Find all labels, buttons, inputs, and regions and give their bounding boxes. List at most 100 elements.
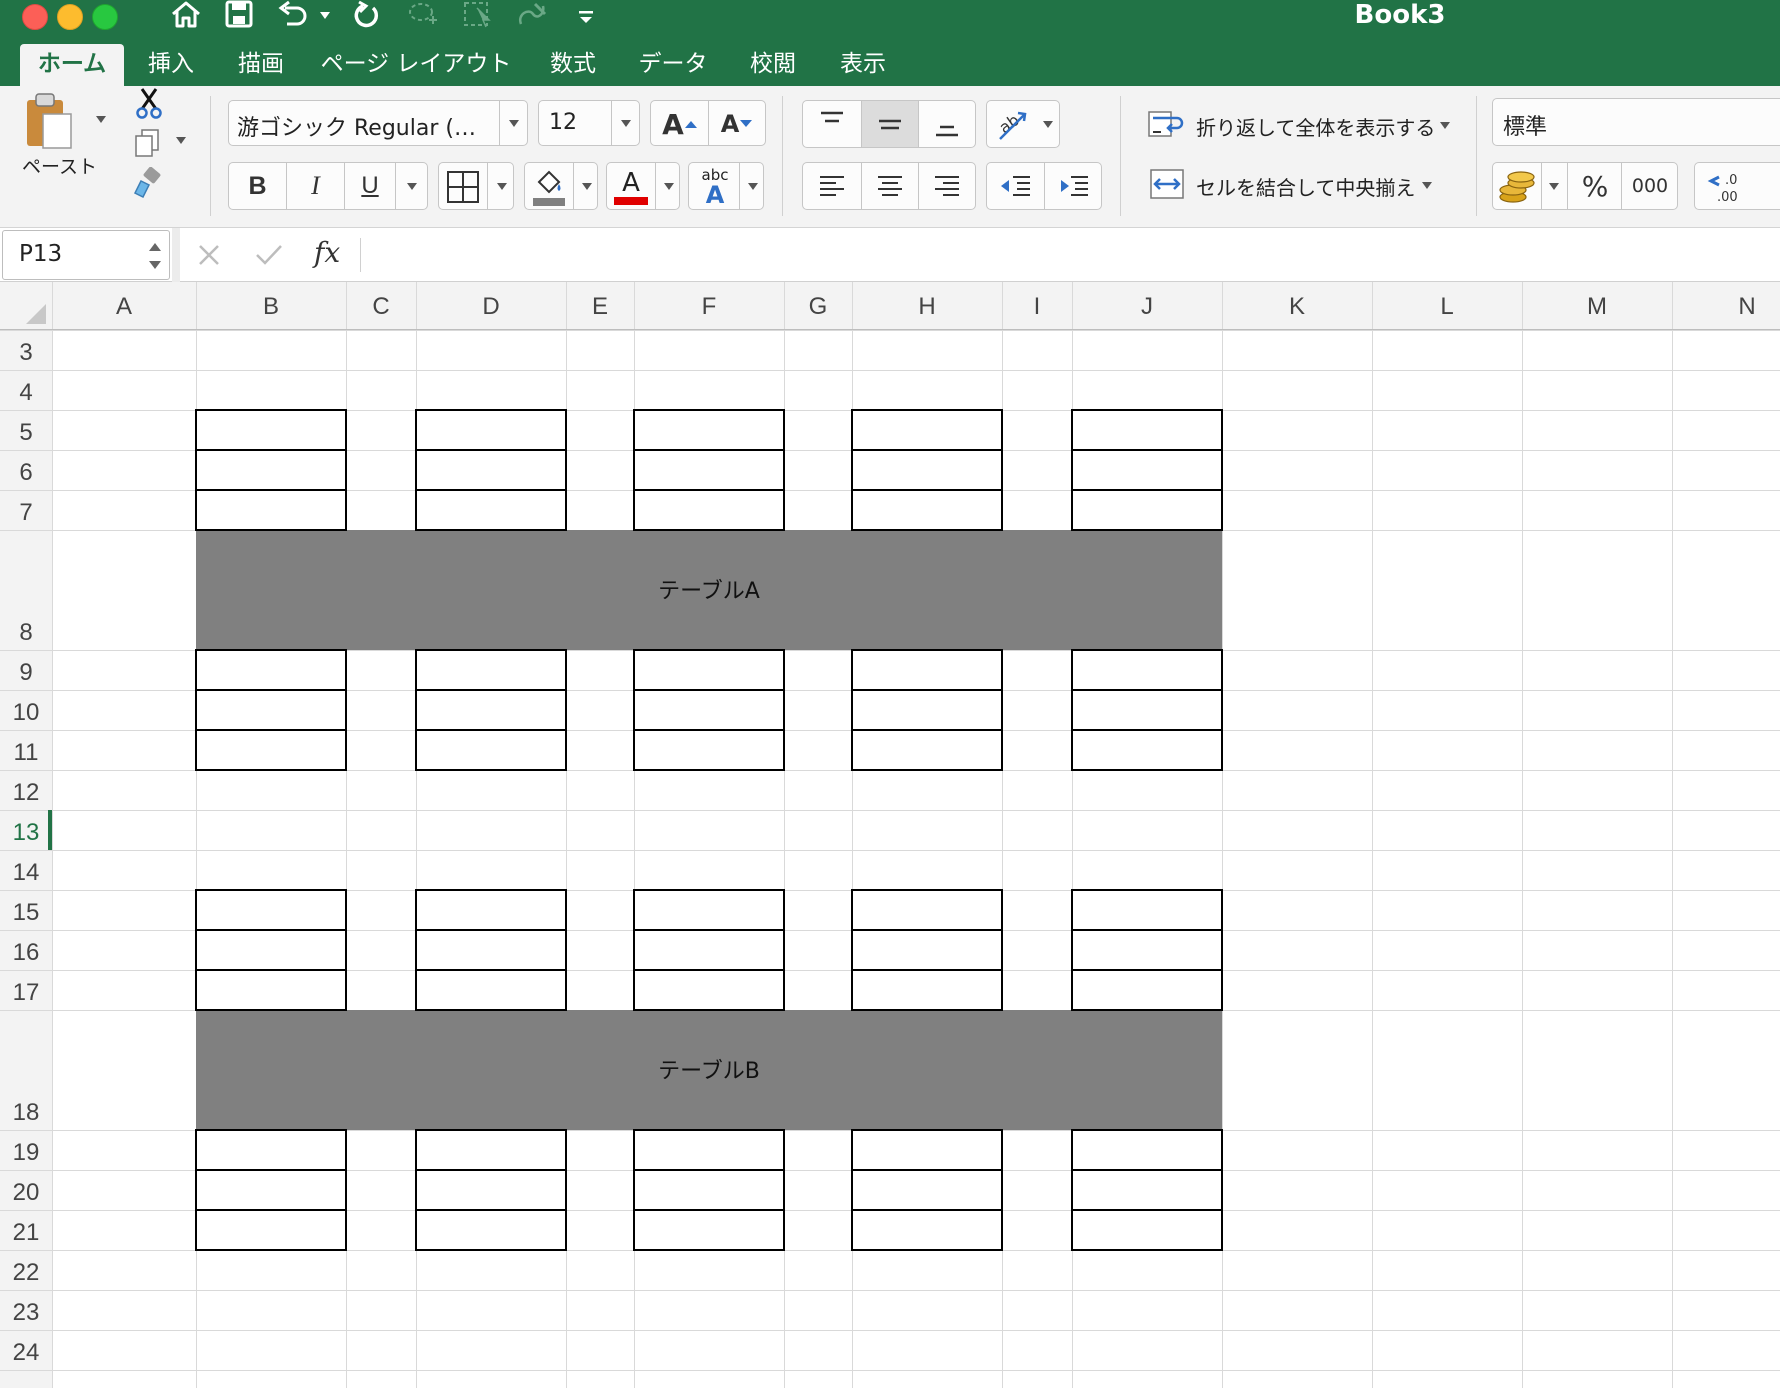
tab-formulas[interactable]: 数式 <box>536 44 610 86</box>
row-header-10[interactable]: 10 <box>13 699 40 726</box>
bordered-cell-b5[interactable] <box>195 409 347 451</box>
bordered-cell-f9[interactable] <box>633 649 785 691</box>
format-painter-icon[interactable] <box>130 166 164 200</box>
bordered-cell-h15[interactable] <box>851 889 1003 931</box>
align-middle-button[interactable] <box>862 101 918 147</box>
bordered-cell-f11[interactable] <box>633 729 785 771</box>
bordered-cell-j9[interactable] <box>1071 649 1223 691</box>
bordered-cell-b11[interactable] <box>195 729 347 771</box>
tab-draw[interactable]: 描画 <box>226 44 296 86</box>
row-header-17[interactable]: 17 <box>13 979 40 1006</box>
bordered-cell-j6[interactable] <box>1071 449 1223 491</box>
font-name-dropdown[interactable]: 游ゴシック Regular (… <box>228 100 528 146</box>
worksheet-grid[interactable]: A B C D E F G H I J K L M N 3 4 5 6 7 8 9 10 11 12 13 14 15 16 17 18 1… <box>0 282 1780 1388</box>
confirm-entry-icon[interactable] <box>254 242 284 268</box>
cut-icon[interactable] <box>132 86 166 120</box>
column-header-l[interactable]: L <box>1440 293 1453 320</box>
name-box-splitter[interactable] <box>172 228 180 282</box>
bordered-cell-h9[interactable] <box>851 649 1003 691</box>
insert-function-button[interactable]: fx <box>314 236 340 269</box>
bordered-cell-j16[interactable] <box>1071 929 1223 971</box>
name-box[interactable]: P13 <box>2 230 170 280</box>
bordered-cell-j11[interactable] <box>1071 729 1223 771</box>
underline-dropdown-icon[interactable] <box>407 183 417 190</box>
row-header-14[interactable]: 14 <box>13 859 40 886</box>
column-header-i[interactable]: I <box>1034 293 1041 320</box>
column-header-k[interactable]: K <box>1289 293 1305 320</box>
orientation-dropdown-icon[interactable] <box>1043 121 1053 128</box>
copy-icon[interactable] <box>130 126 164 160</box>
paste-dropdown-icon[interactable] <box>96 116 106 123</box>
row-header-21[interactable]: 21 <box>13 1219 40 1246</box>
redo-icon[interactable] <box>348 0 384 30</box>
increase-font-size-button[interactable]: A <box>653 105 707 143</box>
borders-button[interactable] <box>438 162 514 210</box>
percent-style-button[interactable]: % <box>1569 163 1621 209</box>
bordered-cell-f5[interactable] <box>633 409 785 451</box>
row-header-6[interactable]: 6 <box>19 459 32 486</box>
merge-center-dropdown-icon[interactable] <box>1422 182 1432 189</box>
zoom-window-button[interactable] <box>92 4 118 30</box>
row-header-24[interactable]: 24 <box>13 1339 40 1366</box>
align-left-button[interactable] <box>803 163 861 209</box>
bordered-cell-f19[interactable] <box>633 1129 785 1171</box>
bordered-cell-d5[interactable] <box>415 409 567 451</box>
number-format-dropdown[interactable]: 標準 <box>1492 98 1780 146</box>
bordered-cell-b7[interactable] <box>195 489 347 531</box>
row-header-13[interactable]: 13 <box>13 819 40 846</box>
home-icon[interactable] <box>168 0 204 30</box>
bordered-cell-j19[interactable] <box>1071 1129 1223 1171</box>
orientation-button[interactable]: ab <box>986 100 1060 148</box>
decrease-indent-button[interactable] <box>987 163 1044 209</box>
bordered-cell-f7[interactable] <box>633 489 785 531</box>
increase-decimal-button[interactable]: .0.00 <box>1697 165 1753 209</box>
decrease-font-size-button[interactable]: A <box>710 105 764 143</box>
row-header-16[interactable]: 16 <box>13 939 40 966</box>
font-color-dropdown-icon[interactable] <box>664 183 674 190</box>
column-header-e[interactable]: E <box>592 293 608 320</box>
bordered-cell-f10[interactable] <box>633 689 785 731</box>
column-header-g[interactable]: G <box>809 293 828 320</box>
accounting-dropdown-icon[interactable] <box>1549 183 1559 190</box>
bordered-cell-j15[interactable] <box>1071 889 1223 931</box>
bordered-cell-h7[interactable] <box>851 489 1003 531</box>
bordered-cell-d19[interactable] <box>415 1129 567 1171</box>
tab-data[interactable]: データ <box>628 44 718 86</box>
bordered-cell-b17[interactable] <box>195 969 347 1011</box>
column-header-d[interactable]: D <box>482 293 499 320</box>
tab-review[interactable]: 校閲 <box>738 44 808 86</box>
tab-home[interactable]: ホーム <box>20 44 124 86</box>
column-header-f[interactable]: F <box>702 293 717 320</box>
bordered-cell-j20[interactable] <box>1071 1169 1223 1211</box>
bordered-cell-d11[interactable] <box>415 729 567 771</box>
paste-icon[interactable] <box>18 88 78 154</box>
bordered-cell-b19[interactable] <box>195 1129 347 1171</box>
bordered-cell-h5[interactable] <box>851 409 1003 451</box>
align-center-button[interactable] <box>862 163 918 209</box>
row-header-4[interactable]: 4 <box>19 379 32 406</box>
row-header-8[interactable]: 8 <box>19 619 32 646</box>
increase-indent-button[interactable] <box>1045 163 1102 209</box>
row-header-3[interactable]: 3 <box>19 339 32 366</box>
merge-center-icon[interactable] <box>1146 164 1188 204</box>
bordered-cell-j7[interactable] <box>1071 489 1223 531</box>
close-window-button[interactable] <box>22 4 48 30</box>
fill-color-dropdown-icon[interactable] <box>582 183 592 190</box>
bordered-cell-d15[interactable] <box>415 889 567 931</box>
bordered-cell-h10[interactable] <box>851 689 1003 731</box>
undo-dropdown-icon[interactable] <box>320 12 330 19</box>
row-header-7[interactable]: 7 <box>19 499 32 526</box>
column-header-m[interactable]: M <box>1587 293 1607 320</box>
font-color-button[interactable]: A <box>606 162 680 210</box>
bordered-cell-b20[interactable] <box>195 1169 347 1211</box>
row-header-5[interactable]: 5 <box>19 419 32 446</box>
comma-style-button[interactable]: 000 <box>1622 163 1678 209</box>
bordered-cell-h6[interactable] <box>851 449 1003 491</box>
undo-icon[interactable] <box>276 0 312 30</box>
fill-color-button[interactable] <box>524 162 598 210</box>
bordered-cell-h16[interactable] <box>851 929 1003 971</box>
bordered-cell-f15[interactable] <box>633 889 785 931</box>
row-header-19[interactable]: 19 <box>13 1139 40 1166</box>
bordered-cell-b15[interactable] <box>195 889 347 931</box>
column-header-n[interactable]: N <box>1738 293 1755 320</box>
